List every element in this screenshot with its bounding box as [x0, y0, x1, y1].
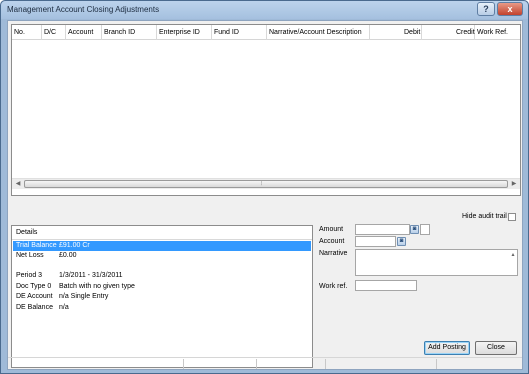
amount-extra-field[interactable]	[420, 224, 430, 235]
title-bar: Management Account Closing Adjustments ?…	[1, 1, 528, 19]
details-value: 1/3/2011 - 31/3/2011	[59, 272, 123, 279]
narrative-input[interactable]	[355, 249, 518, 276]
col-work-ref[interactable]: Work Ref.	[475, 25, 520, 40]
workref-input[interactable]	[355, 280, 417, 291]
col-fund-id[interactable]: Fund ID	[212, 25, 267, 40]
col-credit[interactable]: Credit	[422, 25, 475, 40]
account-lookup-icon[interactable]: ◙	[397, 237, 406, 246]
help-button[interactable]: ?	[477, 2, 495, 16]
details-label: Trial Balance	[16, 242, 57, 249]
scroll-right-icon[interactable]: ▶	[509, 180, 519, 189]
details-label: DE Balance	[16, 304, 53, 311]
details-header: Details	[12, 226, 312, 240]
status-segment	[8, 359, 184, 369]
details-value: n/a Single Entry	[59, 293, 109, 300]
details-row-period[interactable]: Period 3 1/3/2011 - 31/3/2011	[13, 271, 311, 281]
details-row-trial-balance[interactable]: Trial Balance £91.00 Cr	[13, 241, 311, 251]
hide-audit-trail-label: Hide audit trail	[462, 213, 507, 220]
details-label: Doc Type 0	[16, 283, 52, 290]
grid-header: No. D/C Account Branch ID Enterprise ID …	[12, 25, 520, 40]
col-no[interactable]: No.	[12, 25, 42, 40]
details-label: Net Loss	[16, 252, 44, 259]
postings-grid[interactable]: No. D/C Account Branch ID Enterprise ID …	[11, 24, 521, 196]
scroll-left-icon[interactable]: ◀	[13, 180, 23, 189]
grip-icon: ⦙	[261, 181, 263, 187]
col-narrative[interactable]: Narrative/Account Description	[267, 25, 370, 40]
status-segment	[326, 359, 437, 369]
col-debit[interactable]: Debit	[370, 25, 422, 40]
main-window: Management Account Closing Adjustments ?…	[0, 0, 529, 374]
details-label: DE Account	[16, 293, 53, 300]
close-button[interactable]: Close	[475, 341, 517, 355]
narrative-resize-icon[interactable]: ▴	[508, 251, 518, 260]
details-row-doc-type[interactable]: Doc Type 0 Batch with no given type	[13, 282, 311, 292]
narrative-label: Narrative	[319, 250, 348, 257]
status-segment	[257, 359, 326, 369]
amount-label: Amount	[319, 226, 344, 233]
amount-lookup-icon[interactable]: ◙	[410, 225, 419, 234]
horizontal-scrollbar[interactable]: ◀ ⦙ ▶	[12, 178, 520, 189]
details-panel: Details Trial Balance £91.00 Cr Net Loss…	[11, 225, 313, 368]
status-bar	[8, 357, 522, 369]
details-value: £91.00 Cr	[59, 242, 90, 249]
details-value: Batch with no given type	[59, 283, 135, 290]
col-enterprise-id[interactable]: Enterprise ID	[157, 25, 212, 40]
status-segment	[184, 359, 257, 369]
col-account[interactable]: Account	[66, 25, 102, 40]
account-input[interactable]	[355, 236, 396, 247]
amount-input[interactable]	[355, 224, 410, 235]
col-dc[interactable]: D/C	[42, 25, 66, 40]
scroll-thumb[interactable]: ⦙	[24, 180, 508, 188]
account-label: Account	[319, 238, 345, 245]
details-row-de-balance[interactable]: DE Balance n/a	[13, 303, 311, 313]
add-posting-button[interactable]: Add Posting	[424, 341, 470, 355]
details-label: Period 3	[16, 272, 43, 279]
client-area: No. D/C Account Branch ID Enterprise ID …	[7, 20, 523, 370]
window-close-button[interactable]: x	[497, 2, 523, 16]
details-row-de-account[interactable]: DE Account n/a Single Entry	[13, 292, 311, 302]
col-branch-id[interactable]: Branch ID	[102, 25, 157, 40]
details-value: n/a	[59, 304, 69, 311]
details-value: £0.00	[59, 252, 77, 259]
workref-label: Work ref.	[319, 283, 348, 290]
hide-audit-trail-checkbox[interactable]	[508, 213, 516, 221]
window-title: Management Account Closing Adjustments	[7, 5, 160, 14]
details-row-net-loss[interactable]: Net Loss £0.00	[13, 251, 311, 261]
